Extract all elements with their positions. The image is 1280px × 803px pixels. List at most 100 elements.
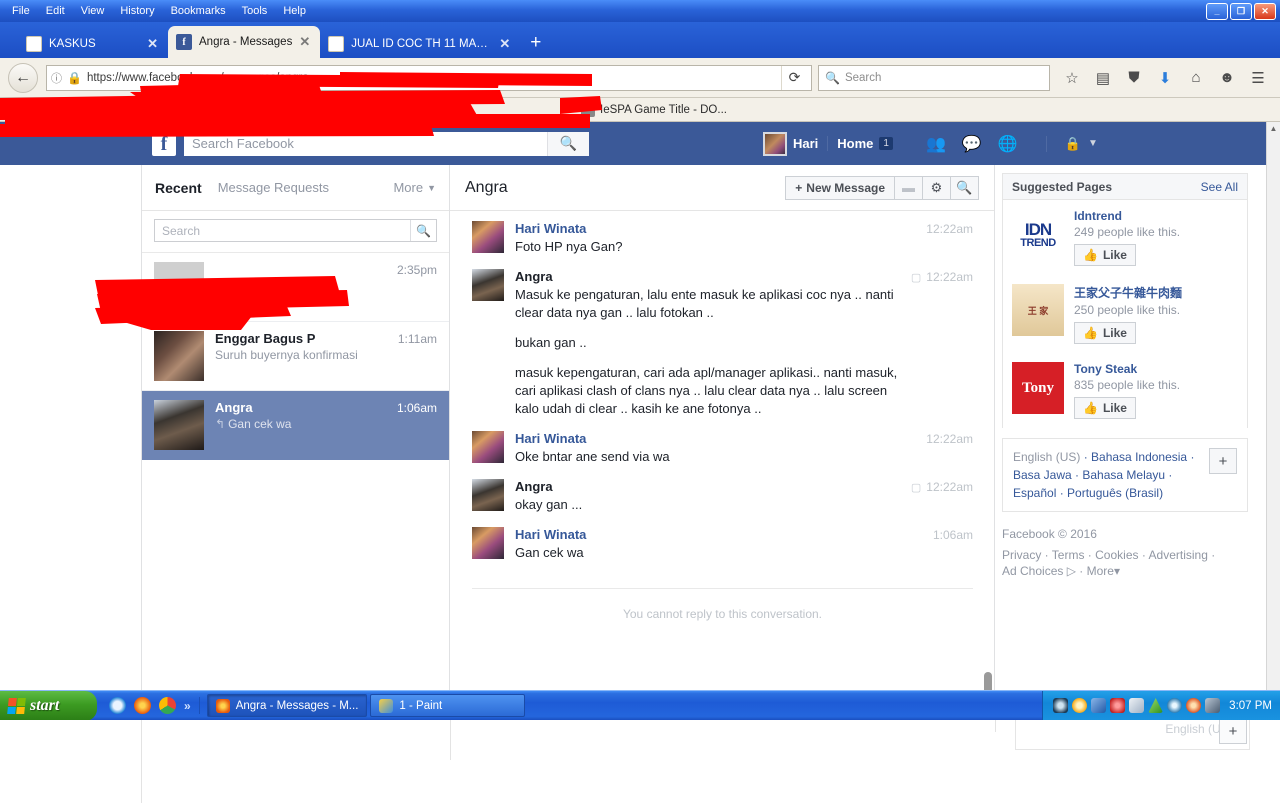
language-option[interactable]: Español: [1013, 486, 1056, 500]
url-bar[interactable]: ⓘ 🔒 https://www.facebook.com/messages/an…: [46, 65, 812, 91]
page-name[interactable]: 王家父子牛雜牛肉麵: [1074, 286, 1182, 300]
sync-smiley-icon[interactable]: ☻: [1217, 68, 1237, 88]
footer-link-advertising[interactable]: Advertising: [1149, 548, 1208, 562]
page-info-icon[interactable]: ⓘ: [51, 70, 62, 86]
facebook-header: f Search Facebook 🔍 Hari Home 1 👥 💬 🌐 🔒 …: [0, 122, 1266, 165]
messages-search-input[interactable]: Search 🔍: [154, 219, 437, 242]
facebook-search-input[interactable]: Search Facebook 🔍: [184, 132, 589, 156]
scroll-up-arrow-icon[interactable]: ▲: [1267, 122, 1280, 135]
conversation-row-angra[interactable]: Angra ↰Gan cek wa 1:06am: [142, 391, 449, 460]
tab-recent[interactable]: Recent: [155, 180, 202, 196]
add-language-button-remnant[interactable]: +: [1219, 720, 1247, 744]
tab-jual-id-coc[interactable]: K JUAL ID COC TH 11 MAX , JA... ✕: [320, 30, 520, 58]
hamburger-menu-icon[interactable]: ☰: [1248, 68, 1268, 88]
see-all-link[interactable]: See All: [1201, 180, 1238, 194]
tab-message-requests[interactable]: Message Requests: [218, 180, 329, 195]
back-arrow-icon[interactable]: ←: [8, 63, 38, 93]
download-icon[interactable]: ⬇: [1155, 68, 1175, 88]
tool-icon[interactable]: [1205, 698, 1220, 713]
triangle-icon[interactable]: [1148, 698, 1163, 713]
video-call-icon[interactable]: ▬: [895, 176, 923, 200]
start-button[interactable]: start: [0, 691, 97, 721]
profile-link[interactable]: Hari: [754, 132, 827, 156]
friend-requests-icon[interactable]: 👥: [926, 134, 946, 154]
menu-view[interactable]: View: [73, 3, 113, 19]
language-option[interactable]: Português (Brasil): [1067, 486, 1163, 500]
footer-link-adchoices[interactable]: Ad Choices: [1002, 564, 1063, 578]
bookmark-star-icon[interactable]: ☆: [1062, 68, 1082, 88]
message-text: Gan cek wa: [515, 544, 911, 562]
dictionary-icon[interactable]: [1129, 698, 1144, 713]
gear-icon[interactable]: ⚙: [923, 176, 951, 200]
page-name[interactable]: Tony Steak: [1074, 362, 1137, 376]
message-sender[interactable]: Hari Winata: [515, 431, 586, 446]
antivirus-shield-icon[interactable]: [1110, 698, 1125, 713]
message-sender[interactable]: Angra: [515, 269, 553, 284]
facebook-logo-icon[interactable]: f: [152, 132, 176, 156]
messages-icon[interactable]: 💬: [962, 134, 982, 154]
bookmark-iespa[interactable]: IeSPA Game Title - DO...: [575, 103, 733, 117]
pocket-icon[interactable]: ⛊: [1124, 68, 1144, 88]
conversation-time: 1:06am: [397, 400, 437, 415]
message-row: Hari Winata Foto HP nya Gan? 12:22am: [450, 212, 995, 260]
close-button[interactable]: ✕: [1254, 3, 1276, 20]
language-option[interactable]: Basa Jawa: [1013, 468, 1072, 482]
like-button[interactable]: 👍 Like: [1074, 322, 1136, 344]
notifications-globe-icon[interactable]: 🌐: [998, 134, 1018, 154]
home-link[interactable]: Home 1: [827, 136, 902, 151]
clock[interactable]: 3:07 PM: [1229, 700, 1272, 712]
close-icon[interactable]: ✕: [147, 36, 158, 52]
internet-explorer-icon[interactable]: [109, 697, 126, 714]
facebook-footer: Facebook © 2016 Privacy · Terms · Cookie…: [1002, 526, 1248, 579]
page-name[interactable]: Idntrend: [1074, 209, 1122, 223]
minimize-button[interactable]: _: [1206, 3, 1228, 20]
chrome-icon[interactable]: [159, 697, 176, 714]
search-icon[interactable]: 🔍: [951, 176, 979, 200]
reload-icon[interactable]: ⟳: [781, 66, 807, 90]
like-button[interactable]: 👍 Like: [1074, 397, 1136, 419]
close-icon[interactable]: ✕: [499, 36, 510, 52]
menu-bookmarks[interactable]: Bookmarks: [163, 3, 234, 19]
quick-launch-more-icon[interactable]: »: [184, 699, 191, 713]
ccleaner-icon[interactable]: [1186, 698, 1201, 713]
search-icon[interactable]: 🔍: [547, 132, 589, 156]
conversation-row-enggar[interactable]: Enggar Bagus P Suruh buyernya konfirmasi…: [142, 322, 449, 391]
language-option[interactable]: Bahasa Indonesia: [1091, 450, 1187, 464]
new-tab-button[interactable]: +: [530, 32, 541, 54]
taskbar-item-paint[interactable]: 1 - Paint: [370, 694, 525, 717]
maximize-button[interactable]: ❐: [1230, 3, 1252, 20]
reader-icon[interactable]: ▤: [1093, 68, 1113, 88]
taskbar-item-firefox[interactable]: Angra - Messages - M...: [207, 694, 368, 717]
new-message-button[interactable]: + New Message: [785, 176, 895, 200]
menu-edit[interactable]: Edit: [38, 3, 73, 19]
tab-kaskus[interactable]: K KASKUS ✕: [18, 30, 168, 58]
menu-tools[interactable]: Tools: [234, 3, 276, 19]
opera-icon[interactable]: [1167, 698, 1182, 713]
tab-angra-messages[interactable]: f Angra - Messages ✕: [168, 26, 320, 58]
privacy-menu[interactable]: 🔒 ▼: [1046, 136, 1098, 152]
menu-file[interactable]: File: [4, 3, 38, 19]
menu-help[interactable]: Help: [275, 3, 314, 19]
orange-circle-icon[interactable]: [1072, 698, 1087, 713]
message-sender[interactable]: Angra: [515, 479, 553, 494]
like-button[interactable]: 👍 Like: [1074, 244, 1136, 266]
firefox-icon[interactable]: [134, 697, 151, 714]
message-sender[interactable]: Hari Winata: [515, 221, 586, 236]
menu-history[interactable]: History: [112, 3, 162, 19]
facebook-nav-right: Hari Home 1 👥 💬 🌐 🔒 ▼: [754, 132, 1098, 156]
footer-link-terms[interactable]: Terms: [1052, 548, 1085, 562]
footer-link-cookies[interactable]: Cookies: [1095, 548, 1138, 562]
search-icon[interactable]: 🔍: [410, 220, 436, 241]
footer-link-more[interactable]: More: [1087, 564, 1114, 578]
close-icon[interactable]: ✕: [299, 34, 310, 50]
home-icon[interactable]: ⌂: [1186, 68, 1206, 88]
footer-link-privacy[interactable]: Privacy: [1002, 548, 1041, 562]
add-language-button[interactable]: +: [1209, 448, 1237, 474]
language-option[interactable]: Bahasa Melayu: [1082, 468, 1165, 482]
steam-icon[interactable]: [1053, 698, 1068, 713]
more-dropdown[interactable]: More ▼: [393, 180, 436, 195]
network-icon[interactable]: [1091, 698, 1106, 713]
browser-search-box[interactable]: 🔍 Search: [818, 65, 1050, 91]
message-sender[interactable]: Hari Winata: [515, 527, 586, 542]
conversation-row-redacted[interactable]: 2:35pm: [142, 253, 449, 322]
